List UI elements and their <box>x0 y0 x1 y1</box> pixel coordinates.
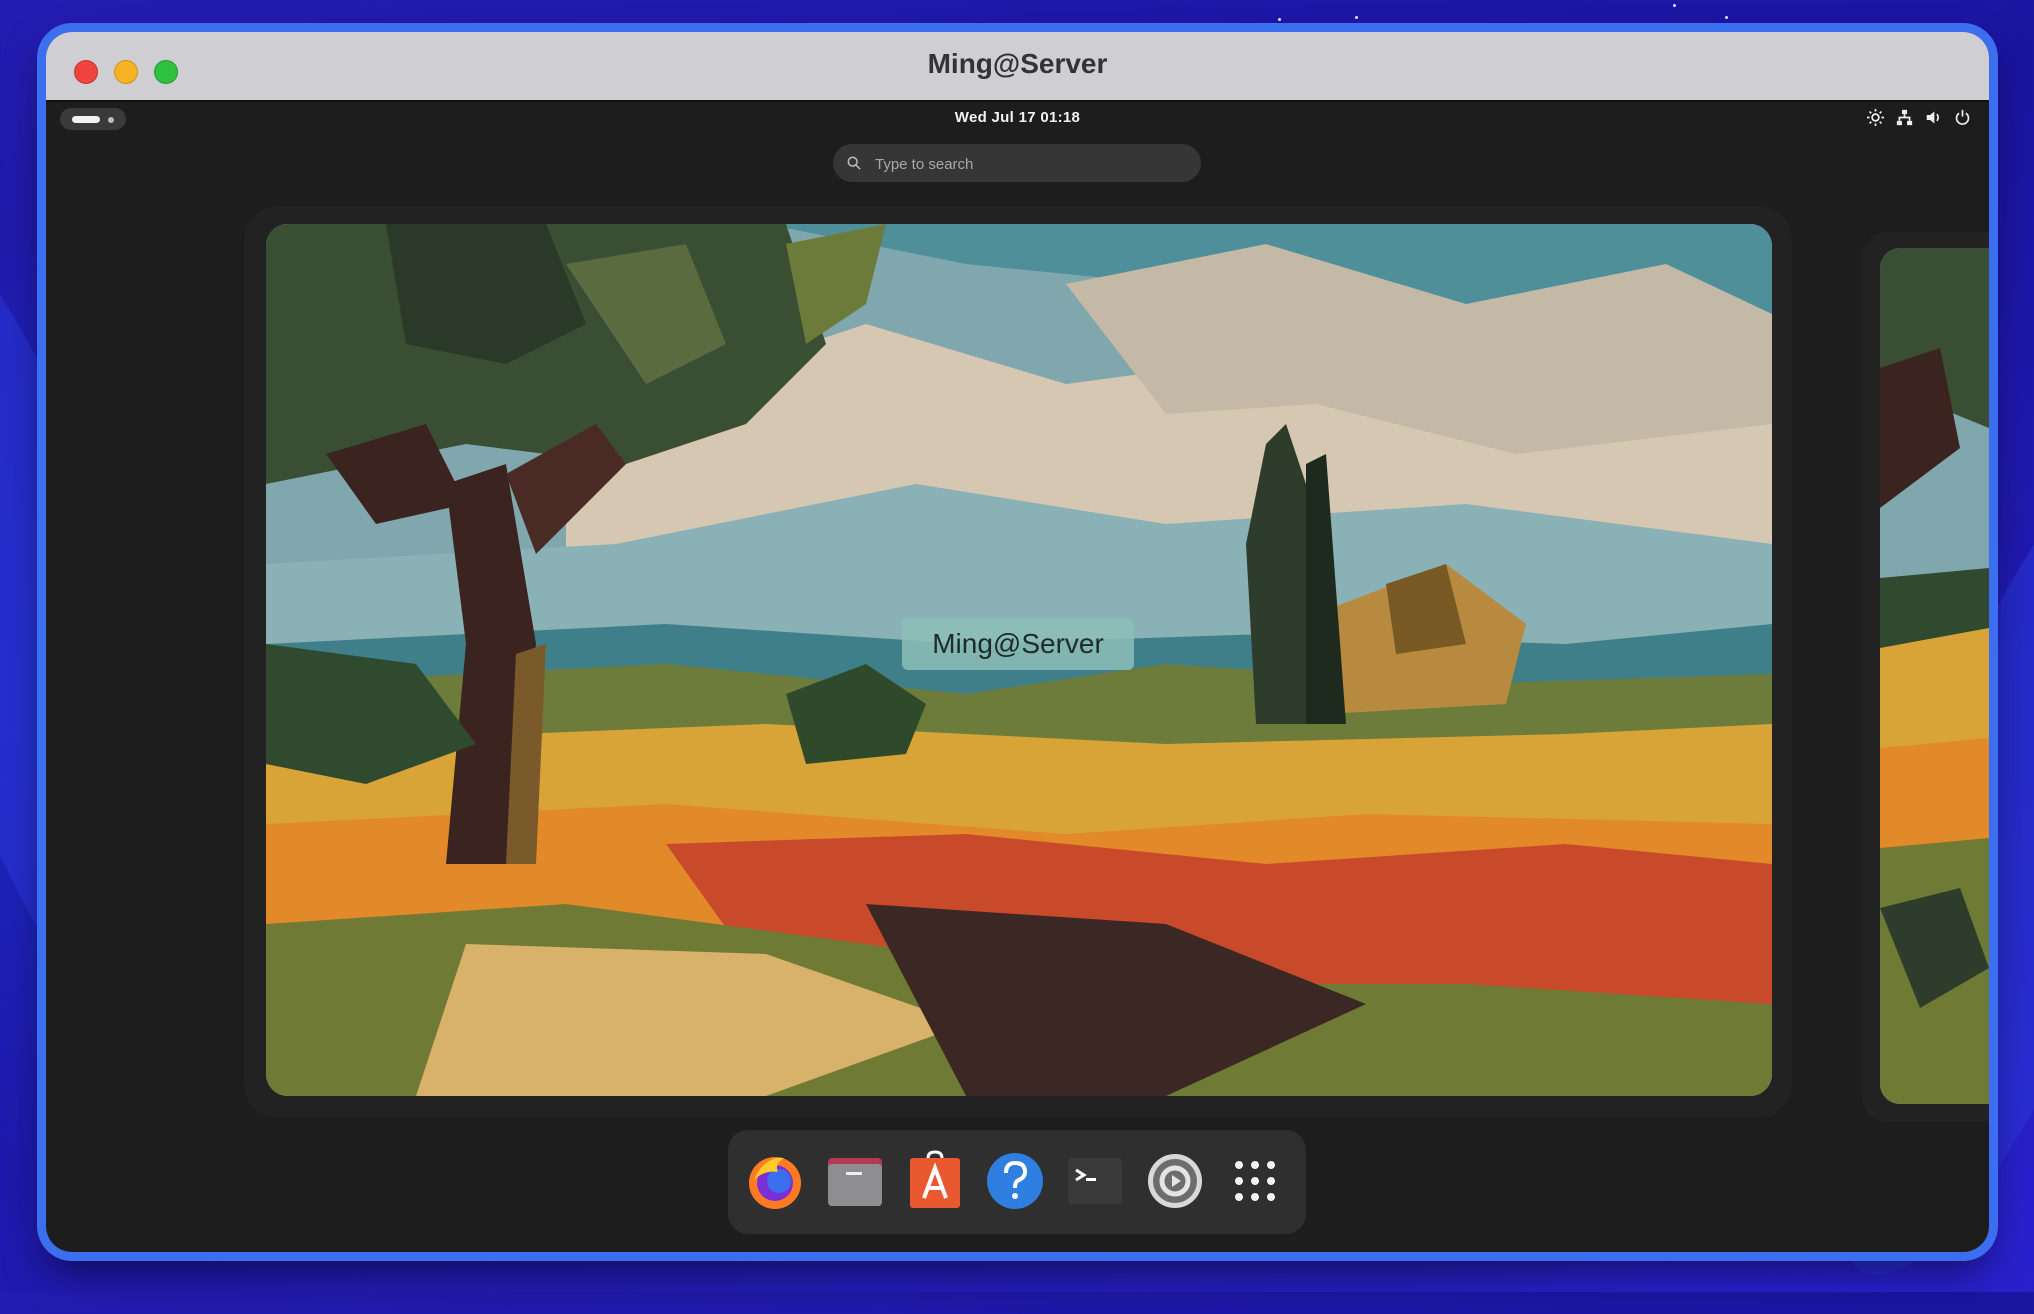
clock[interactable]: Wed Jul 17 01:18 <box>46 109 1989 126</box>
firefox-icon[interactable] <box>744 1150 806 1212</box>
power-icon[interactable] <box>1954 109 1971 126</box>
search-input[interactable] <box>873 148 1187 180</box>
app-grid-icon[interactable] <box>1224 1150 1286 1212</box>
search-box[interactable] <box>833 144 1201 182</box>
network-icon[interactable] <box>1896 109 1913 126</box>
brightness-icon[interactable] <box>1867 109 1884 126</box>
gnome-top-bar: Wed Jul 17 01:18 <box>46 102 1989 138</box>
search-icon <box>847 156 861 170</box>
terminal-icon[interactable] <box>1064 1150 1126 1212</box>
settings-icon[interactable] <box>1144 1150 1206 1212</box>
files-icon[interactable] <box>824 1150 886 1212</box>
system-tray[interactable] <box>1867 109 1971 126</box>
wallpaper-landscape-partial <box>1880 248 1989 1104</box>
volume-icon[interactable] <box>1925 109 1942 126</box>
title-bar[interactable]: Ming@Server <box>46 32 1989 102</box>
workspace-window-label[interactable]: Ming@Server <box>902 618 1134 670</box>
window-title: Ming@Server <box>927 48 1108 79</box>
app-store-icon[interactable] <box>904 1150 966 1212</box>
app-window: Ming@Server Wed Jul 17 01:18 Type to sea… <box>46 32 1989 1252</box>
help-icon[interactable] <box>984 1150 1046 1212</box>
next-workspace-thumbnail[interactable] <box>1880 248 1989 1104</box>
dash-dock <box>728 1130 1306 1234</box>
